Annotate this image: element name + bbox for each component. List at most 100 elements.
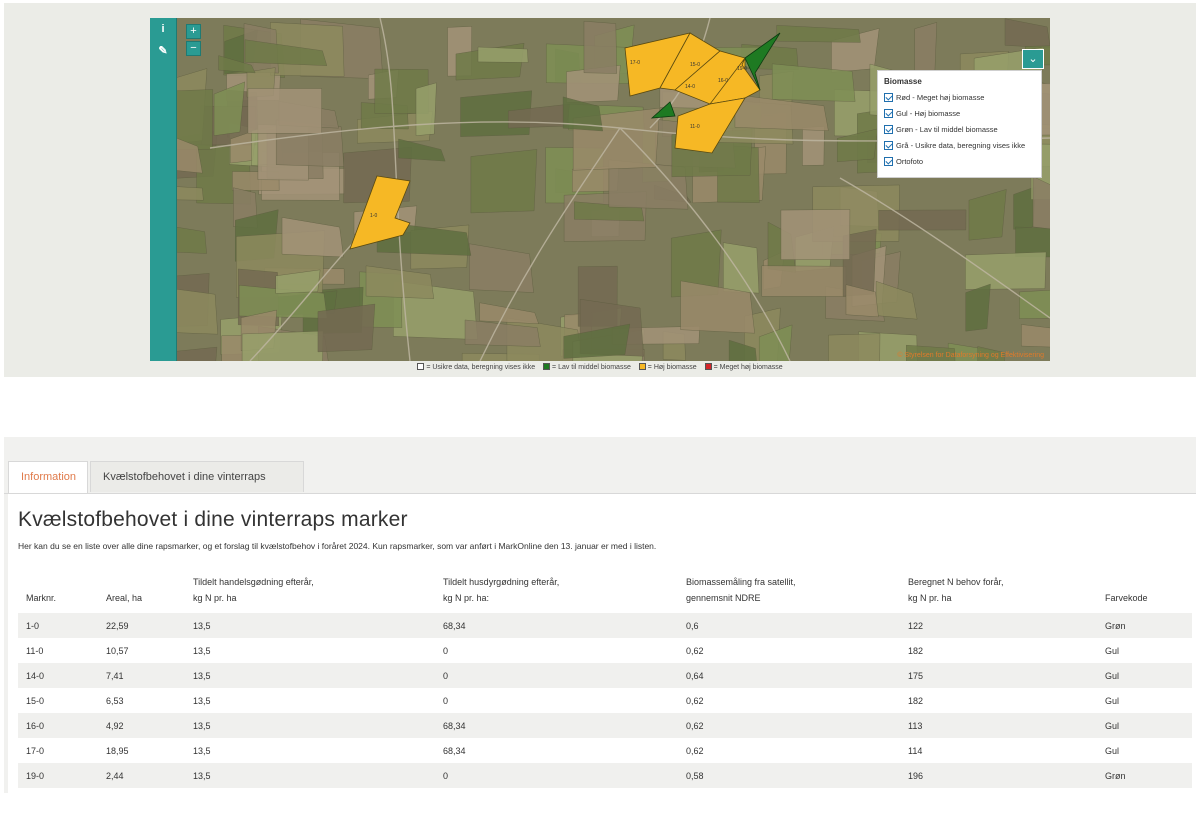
table-cell: 15-0 [26,695,45,706]
table-row: 14-0 7,41 13,5 0 0,64 175 Gul [18,663,1192,688]
map-view[interactable]: 17-0 15-0 16-0 19-0 14-0 1-0 11-0 i ✎ + … [150,18,1050,361]
column-header: Tildelt husdyrgødning efterår, kg N pr. h… [435,566,678,613]
checkbox-checked-icon[interactable] [884,140,893,150]
field-label: 16-0 [718,78,728,84]
field-label: 11-0 [690,124,700,130]
layer-label: Rød - Meget høj biomasse [896,92,985,102]
table-row: 19-0 2,44 13,5 0 0,58 196 Grøn [18,763,1192,788]
layer-label: Grå - Usikre data, beregning vises ikke [896,140,1026,150]
edit-icon[interactable]: ✎ [150,40,176,62]
farmland-patch [470,149,538,214]
table-cell: 18,95 [106,745,129,756]
table-cell: Gul [1105,745,1120,756]
table-body: 1-0 22,59 13,5 68,34 0,6 122 Grøn 11-0 10,57 13,5… [18,613,1192,788]
farmland-patch [477,46,529,63]
farmland-patch [415,82,437,136]
field-label: 14-0 [685,84,695,90]
column-header-line: kg N pr. ha [908,593,952,603]
map-legend: = Usikre data, beregning vises ikke = La… [150,361,1050,375]
table-cell: 182 [908,645,924,656]
column-header: Beregnet N behov forår, kg N pr. ha [900,566,1097,613]
legend-label: = Lav til middel biomasse [552,364,631,371]
map-section: 17-0 15-0 16-0 19-0 14-0 1-0 11-0 i ✎ + … [4,3,1196,377]
table-cell: 14-0 [26,670,45,681]
table-cell: 0,62 [686,745,704,756]
field-label: 1-0 [370,213,377,219]
column-header: Tildelt handelsgødning efterår, kg N pr. … [185,566,435,613]
table-cell: 122 [908,620,924,631]
table-cell: 7,41 [106,670,124,681]
table-row: 16-0 4,92 13,5 68,34 0,62 113 Gul [18,713,1192,738]
layer-toggle-grey[interactable]: Grå - Usikre data, beregning vises ikke [884,137,1035,153]
table-row: 11-0 10,57 13,5 0 0,62 182 Gul [18,638,1192,663]
table-header-row: Marknr. Areal, ha Tildelt handelsgødning e… [18,566,1192,613]
legend-swatch [704,363,712,371]
column-header-line: kg N pr. ha [193,593,237,603]
table-cell: 17-0 [26,745,45,756]
table-cell: 2,44 [106,770,124,781]
checkbox-checked-icon[interactable] [884,92,893,102]
legend-swatch [417,363,425,371]
column-header: Biomassemåling fra satellit, gennemsnit N… [678,566,900,613]
tab-nitrogen-need[interactable]: Kvælstofbehovet i dine vinterraps marker [90,461,304,514]
table-row: 17-0 18,95 13,5 68,34 0,62 114 Gul [18,738,1192,763]
table-cell: 13,5 [193,745,211,756]
table-cell: 175 [908,670,924,681]
legend-item-yellow: = Høj biomasse [638,363,699,371]
table-cell: 0,62 [686,695,704,706]
table-cell: Grøn [1105,770,1126,781]
rapeseed-fields-table: Marknr. Areal, ha Tildelt handelsgødning e… [18,566,1192,788]
table-cell: 0 [443,695,449,706]
farmland-patch [723,242,760,294]
table-cell: 4,92 [106,720,124,731]
legend-swatch [543,363,551,371]
table-cell: Grøn [1105,620,1126,631]
table-cell: 11-0 [26,645,44,656]
table-cell: Gul [1105,670,1120,681]
table-cell: 13,5 [193,695,211,706]
nitrogen-panel: Information Kvælstofbehovet i dine vinte… [4,437,1196,793]
checkbox-checked-icon[interactable] [884,124,893,134]
column-header-line: Marknr. [26,593,57,603]
column-header: Areal, ha [98,566,185,613]
tab-information[interactable]: Information [8,461,88,493]
table-cell: 22,59 [106,620,129,631]
info-icon[interactable]: i [150,18,176,40]
layer-toggle-button[interactable]: ⌄ [1022,49,1044,69]
checkbox-checked-icon[interactable] [884,156,893,166]
layer-toggle-red[interactable]: Rød - Meget høj biomasse [884,89,1035,105]
column-header-line: Farvekode [1105,593,1148,603]
layer-toggle-yellow[interactable]: Gul - Høj biomasse [884,105,1035,121]
table-cell: 10,57 [106,645,129,656]
layer-toggle-green[interactable]: Grøn - Lav til middel biomasse [884,121,1035,137]
farmland-patch [828,333,881,361]
table-cell: 19-0 [26,770,45,781]
farmland-patch [878,209,967,231]
table-cell: 0,64 [686,670,704,681]
field-label: 19-0 [737,66,747,72]
page-title: Kvælstofbehovet i dine vinterraps marker [18,508,408,531]
tab-content: Kvælstofbehovet i dine vinterraps marker… [8,494,1196,793]
legend-label: = Usikre data, beregning vises ikke [426,364,536,371]
farmland-patch [317,303,376,353]
layer-label: Ortofoto [896,156,924,166]
table-cell: 13,5 [193,645,211,656]
field-label: 15-0 [690,62,700,68]
column-header-line: kg N pr. ha: [443,593,490,603]
layer-panel: Biomasse Rød - Meget høj biomasse Gul - … [877,70,1042,178]
table-cell: 113 [908,720,923,731]
table-cell: 68,34 [443,620,466,631]
column-header: Marknr. [18,566,98,613]
column-header-line: Tildelt handelsgødning efterår, [193,577,314,587]
checkbox-checked-icon[interactable] [884,108,893,118]
table-cell: 68,34 [443,720,466,731]
table-cell: 114 [908,745,923,756]
table-cell: Gul [1105,720,1120,731]
zoom-in-button[interactable]: + [186,24,201,39]
zoom-out-button[interactable]: − [186,41,201,56]
farmland-patch [247,88,322,134]
map-copyright-link[interactable]: © Styrelsen for Dataforsyning og Effekti… [897,352,1044,359]
table-cell: 196 [908,770,924,781]
layer-toggle-orthophoto[interactable]: Ortofoto [884,153,1035,169]
tab-bar: Information Kvælstofbehovet i dine vinte… [4,461,1196,514]
